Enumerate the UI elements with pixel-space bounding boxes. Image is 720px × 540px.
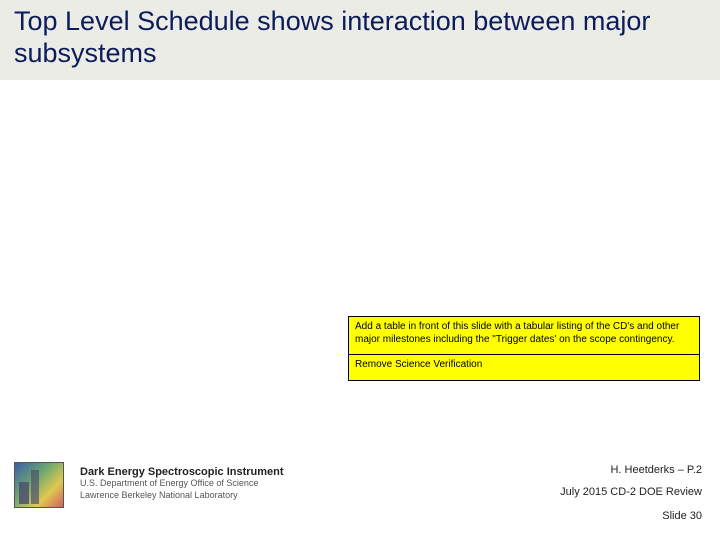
- slide-number: Slide 30: [662, 510, 702, 522]
- institution-block: Dark Energy Spectroscopic Instrument U.S…: [80, 466, 440, 501]
- page-title: Top Level Schedule shows interaction bet…: [14, 6, 694, 70]
- desi-logo-icon: [14, 462, 64, 508]
- author-label: H. Heetderks – P.2: [610, 464, 702, 476]
- title-band: Top Level Schedule shows interaction bet…: [0, 0, 720, 80]
- instrument-title: Dark Energy Spectroscopic Instrument: [80, 466, 440, 478]
- reviewer-note-2: Remove Science Verification: [349, 355, 699, 380]
- reviewer-note-box: Add a table in front of this slide with …: [348, 316, 700, 381]
- review-label: July 2015 CD-2 DOE Review: [560, 486, 702, 498]
- reviewer-note-1: Add a table in front of this slide with …: [349, 317, 699, 355]
- instrument-subtitle-2: Lawrence Berkeley National Laboratory: [80, 490, 440, 502]
- instrument-subtitle-1: U.S. Department of Energy Office of Scie…: [80, 478, 440, 490]
